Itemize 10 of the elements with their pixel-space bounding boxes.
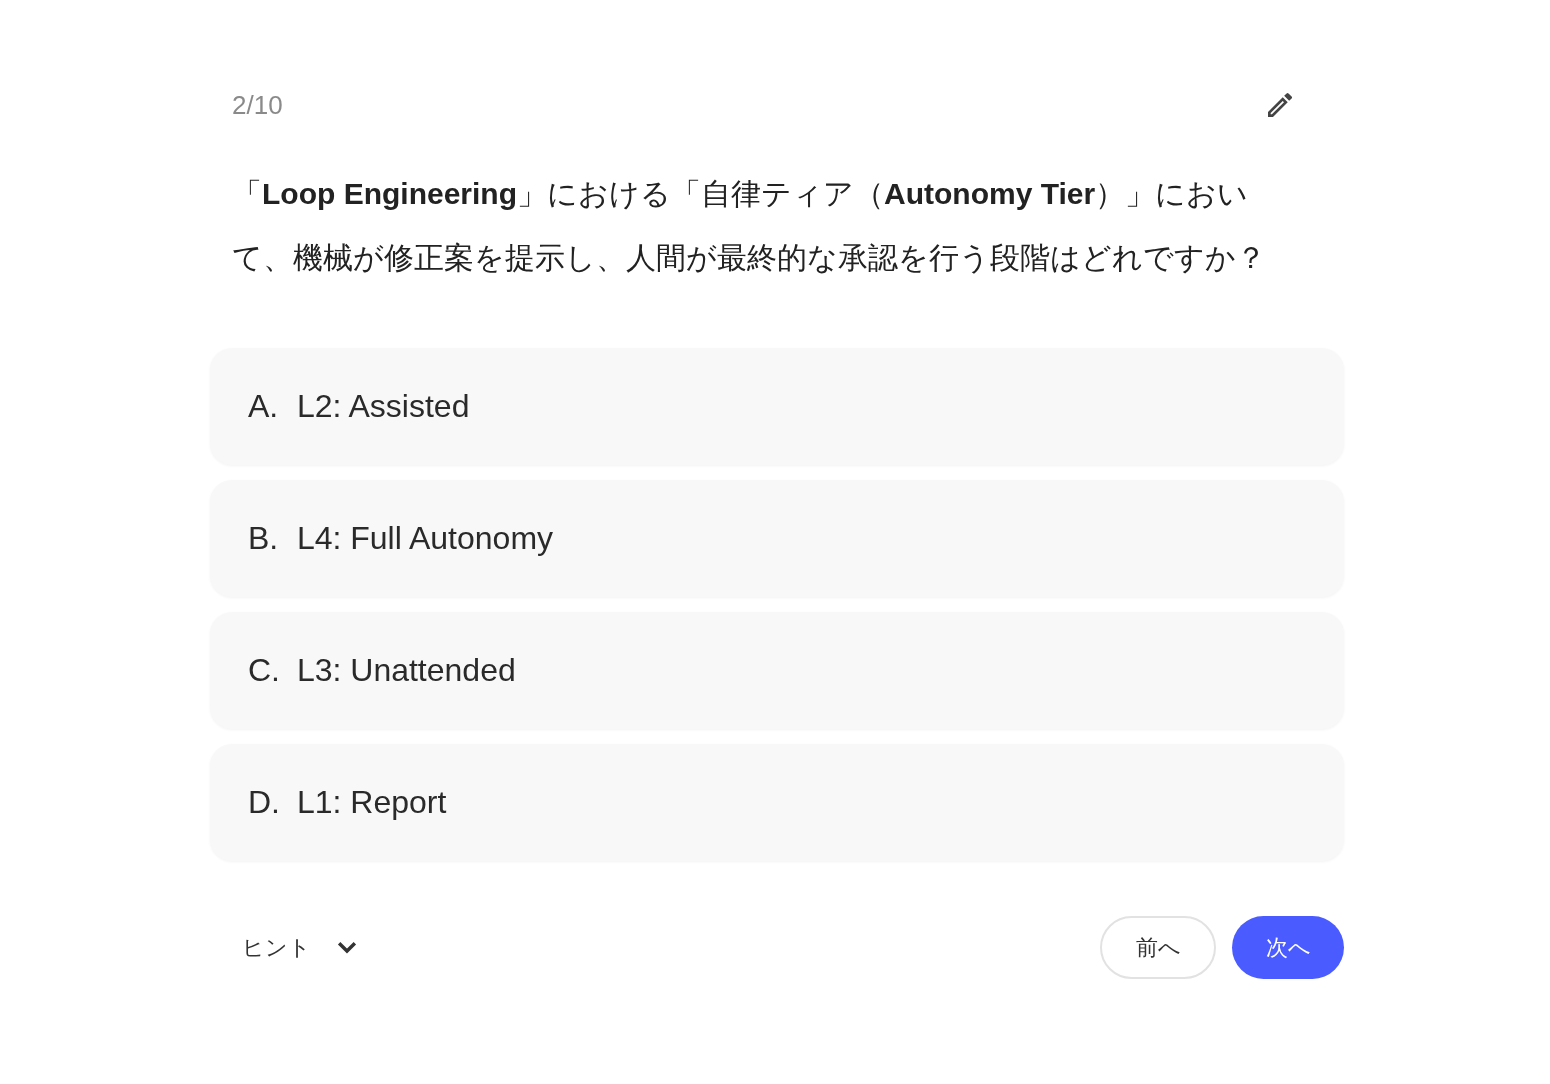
previous-button[interactable]: 前へ bbox=[1100, 916, 1216, 979]
answer-option[interactable]: C. L3: Unattended bbox=[210, 612, 1344, 729]
question-text: 「Loop Engineering」における「自律ティア（Autonomy Tier）」において、機械が修正案を提示し、人間が最終的な承認を行う段階はどれですか？ bbox=[231, 176, 1267, 276]
answer-option[interactable]: D. L1: Report bbox=[210, 744, 1344, 861]
chevron-down-icon bbox=[337, 941, 357, 954]
answer-option[interactable]: A. L2: Assisted bbox=[210, 348, 1344, 465]
answer-option[interactable]: B. L4: Full Autonomy bbox=[210, 480, 1344, 597]
next-button[interactable]: 次へ bbox=[1232, 916, 1344, 979]
question-counter: 2/10 bbox=[232, 89, 283, 121]
hint-toggle[interactable]: ヒント bbox=[210, 932, 357, 963]
